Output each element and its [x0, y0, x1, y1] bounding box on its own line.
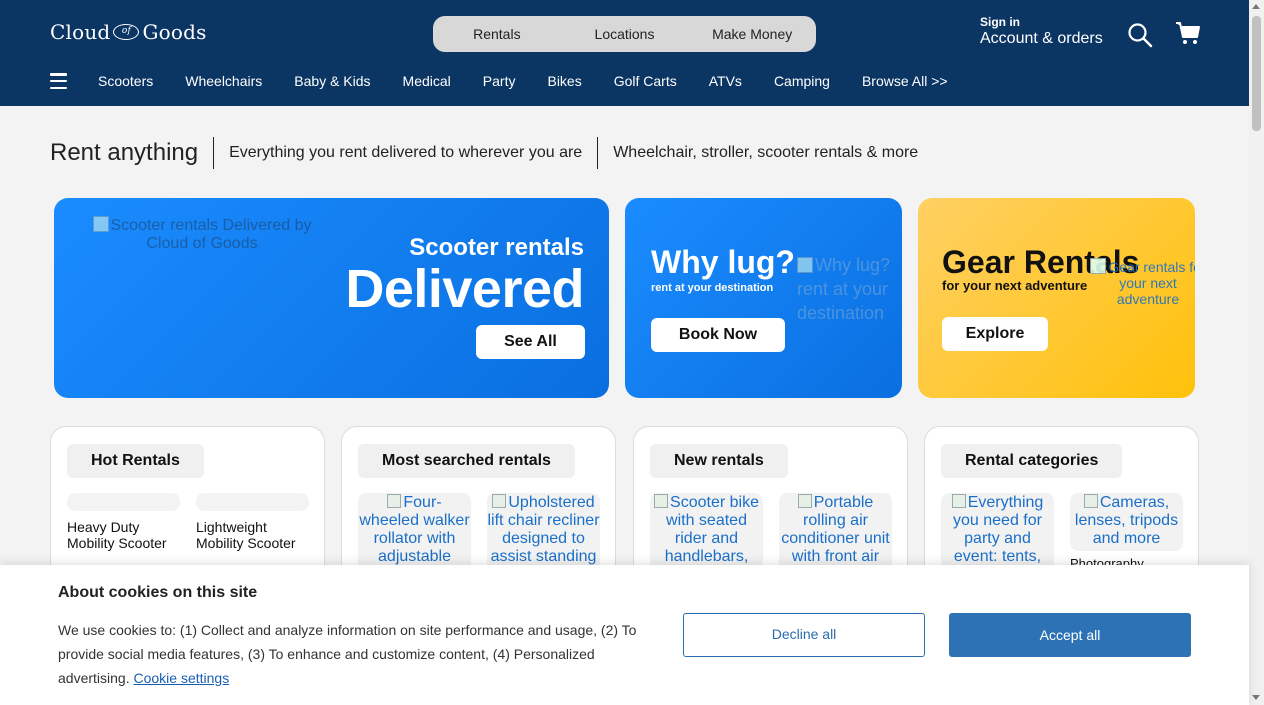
nav-item-bikes[interactable]: Bikes — [547, 73, 581, 89]
cookie-banner-text: We use cookies to: (1) Collect and analy… — [58, 618, 648, 690]
nav-item-medical[interactable]: Medical — [403, 73, 451, 89]
book-now-button[interactable]: Book Now — [651, 318, 785, 352]
category-image-tile[interactable]: Everything you need for party and event:… — [941, 493, 1054, 573]
promo-whylug-title: Why lug? — [651, 244, 795, 280]
cookie-banner-title: About cookies on this site — [58, 584, 258, 601]
promo-scooter-title: Delivered — [345, 259, 584, 319]
tagline-delivery: Everything you rent delivered to whereve… — [214, 137, 599, 169]
category-image-tile[interactable]: Cameras, lenses, tripods and more — [1070, 493, 1183, 551]
pill-nav-locations[interactable]: Locations — [561, 26, 689, 42]
signin-label: Sign in — [980, 15, 1020, 29]
decline-all-button[interactable]: Decline all — [683, 613, 925, 657]
nav-item-camping[interactable]: Camping — [774, 73, 830, 89]
scroll-thumb[interactable] — [1252, 16, 1261, 131]
promo-gear-image: Gear rentals for your next adventure — [1090, 258, 1195, 307]
product-tile[interactable]: Heavy Duty Mobility Scooter — [67, 493, 180, 551]
product-image-placeholder — [196, 493, 309, 511]
product-image-tile[interactable]: Four-wheeled walker rollator with adjust… — [358, 493, 471, 573]
scroll-down-arrow-icon[interactable] — [1252, 695, 1260, 700]
cookie-settings-link[interactable]: Cookie settings — [133, 670, 229, 686]
page-title: Rent anything — [50, 137, 215, 169]
product-image-placeholder — [67, 493, 180, 511]
logo-text-cloud: Cloud — [50, 20, 111, 44]
explore-button[interactable]: Explore — [942, 317, 1048, 351]
promo-whylug-image: Why lug? rent at your destination — [797, 253, 902, 325]
logo[interactable]: Cloud of Goods — [50, 20, 207, 44]
tagline-products: Wheelchair, stroller, scooter rentals & … — [613, 144, 919, 161]
product-tile[interactable]: Lightweight Mobility Scooter — [196, 493, 309, 551]
search-icon[interactable] — [1127, 22, 1153, 48]
nav-item-party[interactable]: Party — [483, 73, 516, 89]
promo-scooter-image: Scooter rentals Delivered by Cloud of Go… — [78, 216, 326, 253]
nav-item-wheelchairs[interactable]: Wheelchairs — [185, 73, 262, 89]
nav-item-browse-all[interactable]: Browse All >> — [862, 73, 948, 89]
cookie-banner: About cookies on this site We use cookie… — [0, 565, 1249, 705]
product-label: Lightweight Mobility Scooter — [196, 519, 296, 551]
category-nav: Scooters Wheelchairs Baby & Kids Medical… — [50, 73, 980, 89]
card-title: Rental categories — [941, 444, 1123, 478]
product-image-tile[interactable]: Upholstered lift chair recliner designed… — [487, 493, 600, 573]
top-pill-nav: Rentals Locations Make Money — [433, 16, 816, 52]
nav-item-scooters[interactable]: Scooters — [98, 73, 153, 89]
card-title: Most searched rentals — [358, 444, 575, 478]
promo-gear-rentals[interactable]: Gear Rentals for your next adventure Exp… — [918, 198, 1195, 398]
hamburger-icon[interactable] — [50, 73, 74, 89]
promo-why-lug[interactable]: Why lug? rent at your destination Book N… — [625, 198, 902, 398]
card-title: Hot Rentals — [67, 444, 204, 478]
see-all-button[interactable]: See All — [476, 325, 585, 359]
nav-item-baby-kids[interactable]: Baby & Kids — [294, 73, 370, 89]
logo-text-goods: Goods — [142, 20, 207, 44]
site-header: Cloud of Goods Rentals Locations Make Mo… — [0, 0, 1249, 106]
product-label: Heavy Duty Mobility Scooter — [67, 519, 167, 551]
pill-nav-make-money[interactable]: Make Money — [688, 26, 816, 42]
promo-scooter-rentals[interactable]: Scooter rentals Delivered by Cloud of Go… — [54, 198, 609, 398]
account-orders-label: Account & orders — [980, 30, 1103, 47]
card-title: New rentals — [650, 444, 788, 478]
product-image-tile[interactable]: Portable rolling air conditioner unit wi… — [779, 493, 892, 573]
account-menu[interactable]: Sign in Account & orders — [980, 16, 1103, 47]
promo-gear-subtitle: for your next adventure — [942, 278, 1088, 293]
tagline-row: Rent anything Everything you rent delive… — [50, 137, 918, 169]
cart-icon[interactable] — [1175, 20, 1201, 46]
nav-item-atvs[interactable]: ATVs — [709, 73, 742, 89]
accept-all-button[interactable]: Accept all — [949, 613, 1191, 657]
nav-item-golf-carts[interactable]: Golf Carts — [614, 73, 677, 89]
logo-text-of: of — [113, 24, 140, 40]
scroll-up-arrow-icon[interactable] — [1252, 4, 1260, 9]
pill-nav-rentals[interactable]: Rentals — [433, 26, 561, 42]
page-scrollbar[interactable] — [1249, 0, 1264, 705]
product-image-tile[interactable]: Scooter bike with seated rider and handl… — [650, 493, 763, 573]
promo-whylug-subtitle: rent at your destination — [651, 282, 774, 294]
